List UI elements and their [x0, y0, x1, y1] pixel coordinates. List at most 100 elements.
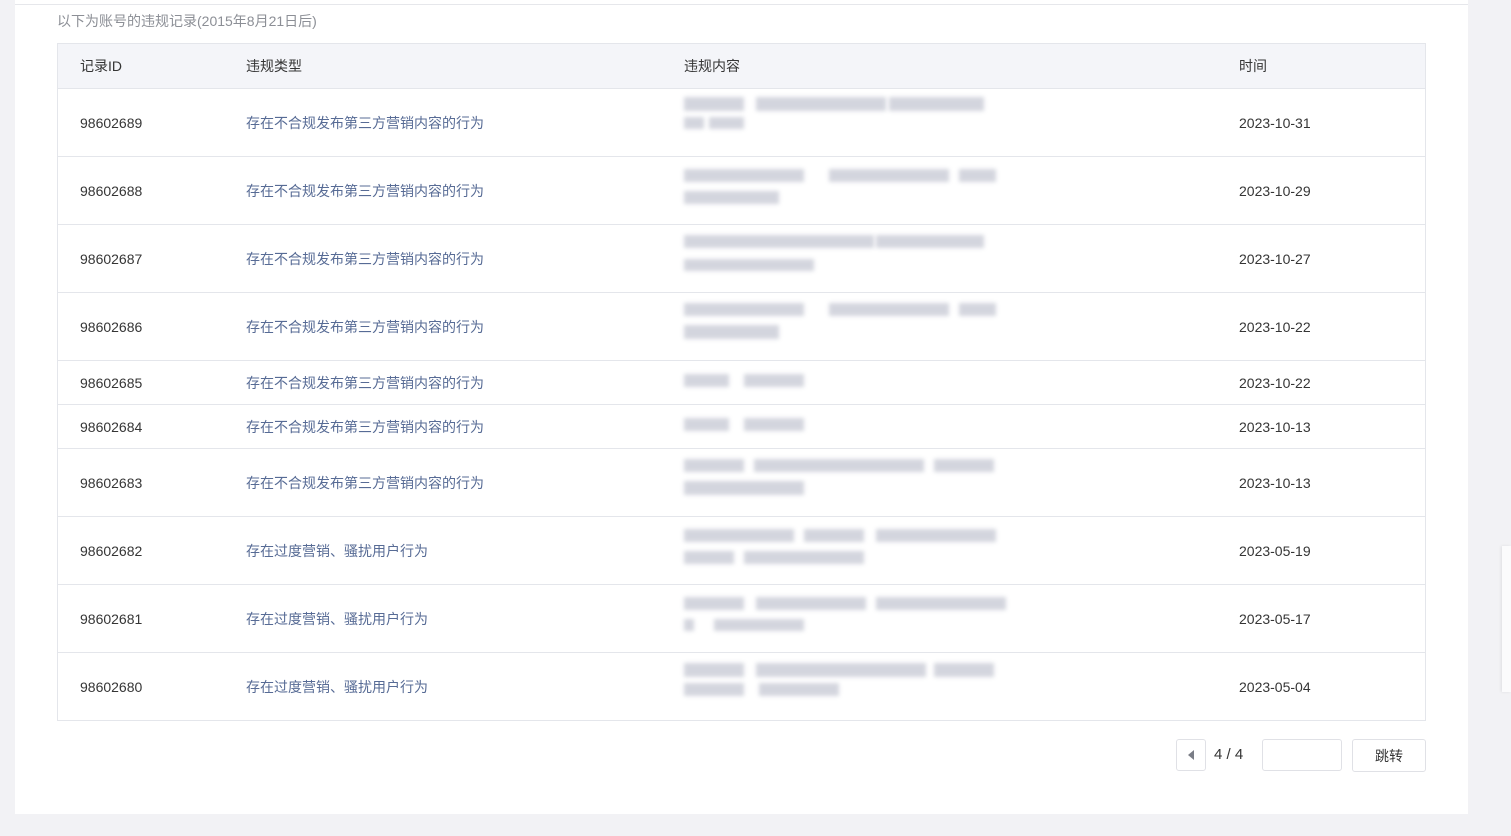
violation-records-table: 记录ID 违规类型 违规内容 时间 98602689 存在不合规发布第三方营销内容… — [57, 43, 1426, 721]
record-time: 2023-10-22 — [1239, 374, 1311, 391]
table-row: 98602680 存在过度营销、骚扰用户行为 2023-05-04 — [58, 653, 1425, 721]
redacted-text — [684, 405, 1004, 448]
record-id: 98602687 — [80, 250, 143, 267]
record-time: 2023-10-13 — [1239, 418, 1311, 435]
record-time: 2023-10-29 — [1239, 182, 1311, 199]
record-id: 98602682 — [80, 542, 143, 559]
table-row: 98602681 存在过度营销、骚扰用户行为 2023-05-17 — [58, 585, 1425, 653]
table-row: 98602682 存在过度营销、骚扰用户行为 2023-05-19 — [58, 517, 1425, 585]
redaction-block — [744, 418, 804, 431]
redacted-text — [684, 89, 1004, 156]
page-number-input[interactable] — [1262, 739, 1342, 771]
redaction-block — [684, 597, 744, 610]
redaction-block — [684, 259, 814, 271]
record-time: 2023-05-19 — [1239, 542, 1311, 559]
prev-page-button[interactable] — [1176, 739, 1206, 771]
violation-content-redacted — [684, 293, 1004, 360]
violation-content-redacted — [684, 517, 1004, 584]
redaction-block — [684, 459, 744, 472]
violation-type: 存在不合规发布第三方营销内容的行为 — [246, 418, 484, 435]
record-time: 2023-10-22 — [1239, 318, 1311, 335]
redaction-block — [829, 303, 949, 316]
divider — [15, 4, 1468, 5]
table-body: 98602689 存在不合规发布第三方营销内容的行为 2023-10-31 98602… — [58, 89, 1425, 721]
record-id: 98602683 — [80, 474, 143, 491]
page-status: 4 / 4 — [1214, 746, 1244, 763]
redacted-text — [684, 293, 1004, 360]
table-header: 记录ID 违规类型 违规内容 时间 — [58, 44, 1425, 89]
redaction-block — [756, 663, 926, 677]
jump-button[interactable]: 跳转 — [1352, 739, 1426, 772]
record-id: 98602686 — [80, 318, 143, 335]
redaction-block — [804, 529, 864, 542]
table-row: 98602685 存在不合规发布第三方营销内容的行为 2023-10-22 — [58, 361, 1425, 405]
record-id: 98602680 — [80, 678, 143, 695]
violation-type: 存在不合规发布第三方营销内容的行为 — [246, 114, 484, 131]
redaction-block — [684, 551, 734, 564]
violation-content-redacted — [684, 585, 1006, 652]
redaction-block — [684, 169, 804, 182]
violation-type: 存在不合规发布第三方营销内容的行为 — [246, 182, 484, 199]
header-violation-content: 违规内容 — [684, 58, 740, 74]
violation-content-redacted — [684, 449, 1004, 516]
record-id: 98602681 — [80, 610, 143, 627]
redaction-block — [684, 663, 744, 677]
redacted-text — [684, 653, 1004, 720]
violation-type: 存在过度营销、骚扰用户行为 — [246, 542, 428, 559]
header-time: 时间 — [1239, 58, 1267, 74]
redaction-block — [684, 191, 779, 204]
redaction-block — [934, 459, 994, 472]
violation-content-redacted — [684, 157, 1004, 224]
violation-type: 存在不合规发布第三方营销内容的行为 — [246, 318, 484, 335]
violation-content-redacted — [684, 225, 1004, 292]
redaction-block — [959, 303, 996, 316]
redacted-text — [684, 157, 1004, 224]
caret-left-icon — [1188, 750, 1194, 760]
record-id: 98602688 — [80, 182, 143, 199]
violation-type: 存在过度营销、骚扰用户行为 — [246, 678, 428, 695]
redaction-block — [684, 418, 729, 431]
violation-content-redacted — [684, 405, 1004, 448]
redaction-block — [714, 619, 804, 631]
redaction-block — [684, 303, 804, 316]
violation-content-redacted — [684, 653, 1004, 720]
redacted-text — [684, 225, 1004, 292]
redaction-block — [876, 235, 984, 248]
record-id: 98602684 — [80, 418, 143, 435]
redaction-block — [744, 374, 804, 387]
redacted-text — [684, 585, 1006, 652]
redaction-block — [876, 529, 996, 542]
violation-content-redacted — [684, 361, 1004, 404]
redaction-block — [684, 529, 794, 542]
redaction-block — [876, 597, 1006, 610]
record-time: 2023-05-17 — [1239, 610, 1311, 627]
record-time: 2023-10-27 — [1239, 250, 1311, 267]
redacted-text — [684, 517, 1004, 584]
redaction-block — [934, 663, 994, 677]
redacted-text — [684, 449, 1004, 516]
redaction-block — [684, 374, 729, 387]
table-row: 98602684 存在不合规发布第三方营销内容的行为 2023-10-13 — [58, 405, 1425, 449]
redaction-block — [959, 169, 996, 182]
record-id: 98602689 — [80, 114, 143, 131]
record-time: 2023-10-13 — [1239, 474, 1311, 491]
redaction-block — [684, 235, 874, 248]
redacted-text — [684, 361, 1004, 404]
redaction-block — [684, 683, 744, 696]
redaction-block — [829, 169, 949, 182]
redaction-block — [754, 459, 924, 472]
redaction-block — [756, 597, 866, 610]
violation-type: 存在不合规发布第三方营销内容的行为 — [246, 374, 484, 391]
violation-type: 存在不合规发布第三方营销内容的行为 — [246, 250, 484, 267]
redaction-block — [756, 97, 886, 111]
redaction-block — [744, 551, 864, 564]
redaction-block — [759, 683, 839, 696]
redaction-block — [709, 117, 744, 129]
redaction-block — [889, 97, 984, 111]
table-row: 98602688 存在不合规发布第三方营销内容的行为 2023-10-29 — [58, 157, 1425, 225]
header-violation-type: 违规类型 — [246, 58, 302, 74]
redaction-block — [684, 117, 704, 129]
violation-type: 存在过度营销、骚扰用户行为 — [246, 610, 428, 627]
redaction-block — [684, 325, 779, 339]
table-row: 98602683 存在不合规发布第三方营销内容的行为 2023-10-13 — [58, 449, 1425, 517]
